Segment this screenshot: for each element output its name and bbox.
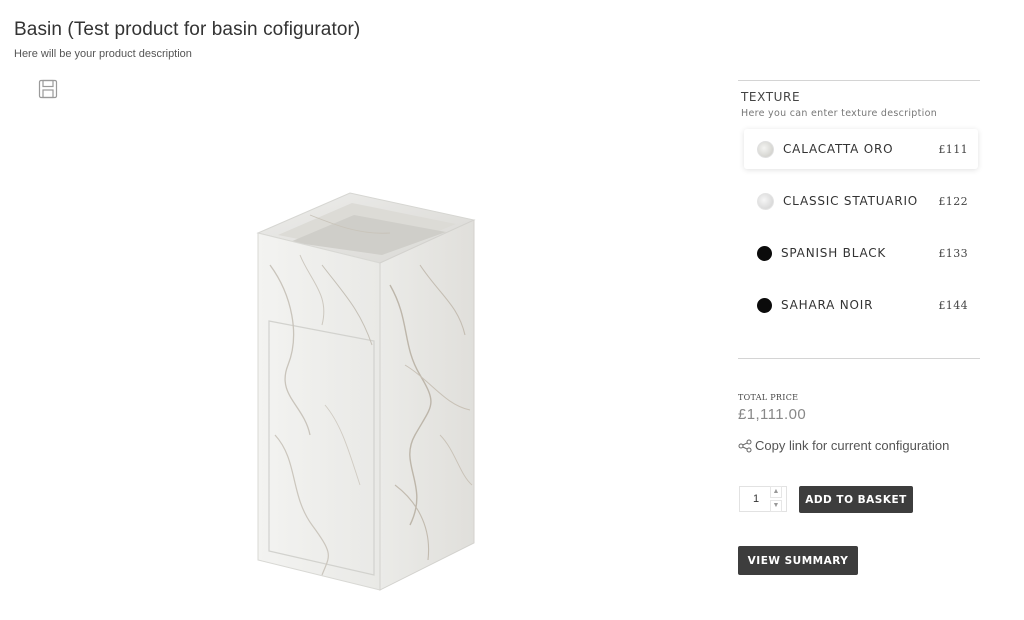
total-price-value: £1,111.00 bbox=[738, 406, 807, 423]
texture-option-classic-statuario[interactable]: CLASSIC STATUARIO £122 bbox=[744, 181, 978, 221]
add-to-basket-button[interactable]: ADD TO BASKET bbox=[799, 486, 913, 513]
quantity-value[interactable]: 1 bbox=[753, 493, 770, 505]
product-viewer[interactable] bbox=[60, 105, 680, 610]
texture-description: Here you can enter texture description bbox=[741, 108, 938, 119]
divider bbox=[738, 80, 980, 81]
texture-option-sahara-noir[interactable]: SAHARA NOIR £144 bbox=[744, 285, 978, 325]
texture-option-price: £111 bbox=[938, 142, 968, 156]
copy-link-label: Copy link for current configuration bbox=[755, 438, 950, 453]
divider bbox=[738, 358, 980, 359]
configurator-panel: TEXTURE Here you can enter texture descr… bbox=[738, 80, 980, 337]
page-title: Basin (Test product for basin cofigurato… bbox=[14, 18, 361, 40]
total-price-label: TOTAL PRICE bbox=[738, 393, 799, 402]
share-icon bbox=[738, 439, 752, 452]
texture-heading: TEXTURE bbox=[741, 90, 801, 104]
chevron-up-icon[interactable]: ▲ bbox=[770, 486, 782, 498]
quantity-stepper[interactable]: 1 ▲ ▼ bbox=[739, 486, 787, 512]
texture-option-label: CALACATTA ORO bbox=[783, 142, 894, 156]
texture-option-calacatta-oro[interactable]: CALACATTA ORO £111 bbox=[744, 129, 978, 169]
basin-3d-render bbox=[256, 192, 476, 591]
texture-option-price: £122 bbox=[938, 194, 968, 208]
texture-options: CALACATTA ORO £111 CLASSIC STATUARIO £12… bbox=[744, 129, 978, 325]
texture-option-label: SPANISH BLACK bbox=[781, 246, 887, 260]
texture-option-label: CLASSIC STATUARIO bbox=[783, 194, 919, 208]
black-swatch-icon bbox=[757, 245, 772, 261]
texture-option-price: £133 bbox=[938, 246, 968, 260]
floppy-disk-icon[interactable] bbox=[38, 79, 58, 99]
copy-config-link[interactable]: Copy link for current configuration bbox=[738, 438, 949, 453]
marble-swatch-icon bbox=[757, 192, 774, 210]
product-description: Here will be your product description bbox=[14, 48, 192, 60]
chevron-down-icon[interactable]: ▼ bbox=[770, 500, 782, 512]
marble-swatch-icon bbox=[757, 140, 774, 158]
texture-option-label: SAHARA NOIR bbox=[781, 298, 874, 312]
texture-option-price: £144 bbox=[938, 298, 968, 312]
black-swatch-icon bbox=[757, 297, 772, 313]
texture-option-spanish-black[interactable]: SPANISH BLACK £133 bbox=[744, 233, 978, 273]
view-summary-button[interactable]: VIEW SUMMARY bbox=[738, 546, 858, 575]
